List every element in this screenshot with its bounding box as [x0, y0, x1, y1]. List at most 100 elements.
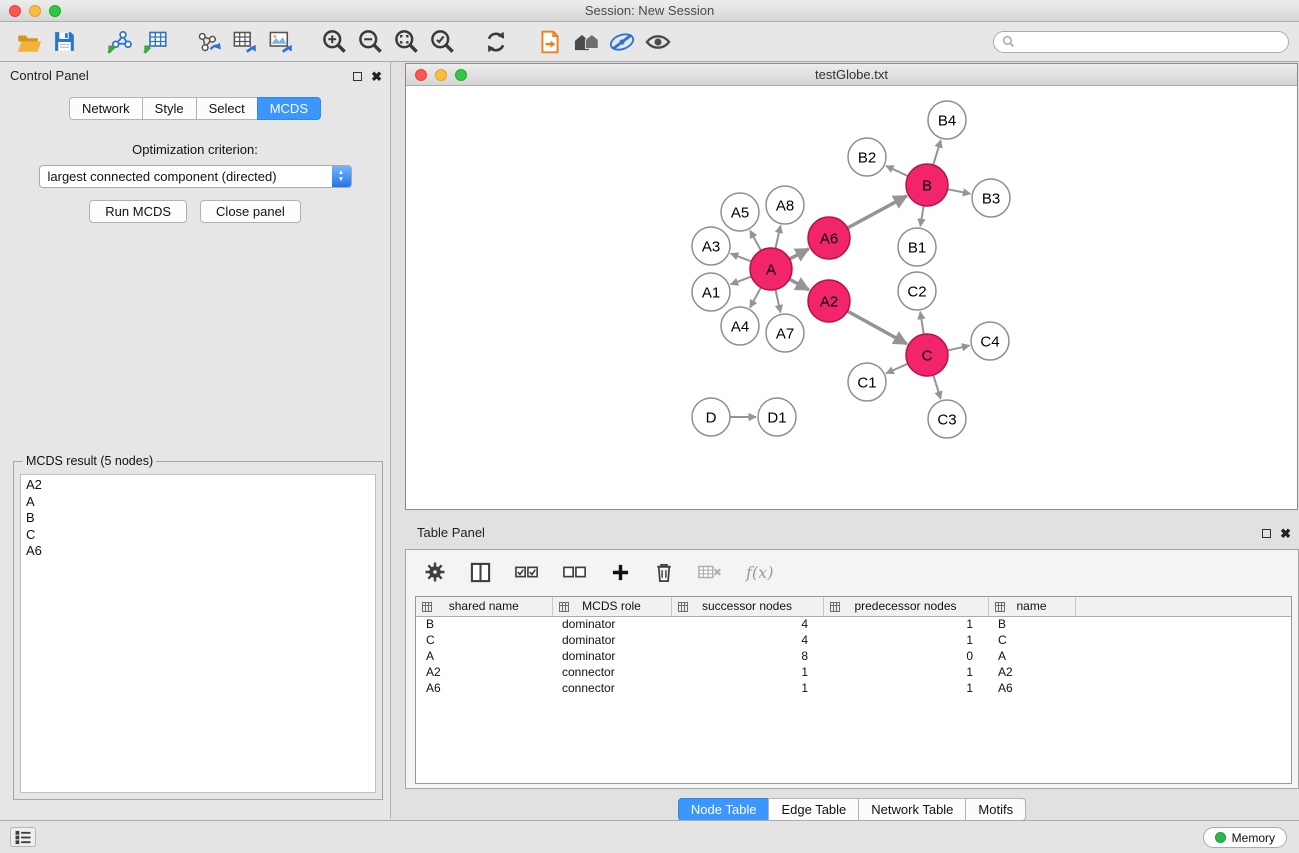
table-cell[interactable]: C: [988, 632, 1075, 648]
minimize-window-icon[interactable]: [29, 5, 41, 17]
graph-node-A4[interactable]: A4: [721, 307, 759, 345]
tab-node-table[interactable]: Node Table: [678, 798, 770, 821]
delete-table-button[interactable]: [698, 563, 722, 581]
graph-edge-B-B4[interactable]: [933, 140, 941, 165]
apply-layout-button[interactable]: [478, 25, 514, 59]
graph-node-B4[interactable]: B4: [928, 101, 966, 139]
tab-edge-table[interactable]: Edge Table: [768, 798, 859, 821]
minimize-network-window-icon[interactable]: [435, 69, 447, 81]
show-hide-graphics-button[interactable]: [640, 25, 676, 59]
table-cell[interactable]: dominator: [552, 616, 671, 632]
table-settings-button[interactable]: [424, 561, 446, 583]
table-cell[interactable]: 4: [671, 632, 823, 648]
graph-node-A5[interactable]: A5: [721, 193, 759, 231]
zoom-network-window-icon[interactable]: [455, 69, 467, 81]
tab-motifs[interactable]: Motifs: [965, 798, 1026, 821]
table-row[interactable]: Cdominator41C: [416, 632, 1291, 648]
annotation-mode-button[interactable]: [604, 25, 640, 59]
column-header-name[interactable]: name: [988, 597, 1075, 616]
graph-node-C2[interactable]: C2: [898, 272, 936, 310]
select-all-rows-button[interactable]: [515, 563, 539, 581]
column-header-shared-name[interactable]: shared name: [416, 597, 552, 616]
mcds-result-item[interactable]: A6: [26, 543, 370, 560]
column-header-predecessor-nodes[interactable]: predecessor nodes: [823, 597, 988, 616]
table-cell[interactable]: 1: [823, 632, 988, 648]
table-cell[interactable]: A: [988, 648, 1075, 664]
memory-button[interactable]: Memory: [1203, 827, 1287, 848]
graph-node-A[interactable]: A: [750, 248, 792, 290]
close-network-window-icon[interactable]: [415, 69, 427, 81]
table-cell[interactable]: 1: [823, 680, 988, 696]
graph-node-D[interactable]: D: [692, 398, 730, 436]
graph-node-A1[interactable]: A1: [692, 273, 730, 311]
close-table-panel-icon[interactable]: ✖: [1280, 527, 1291, 540]
close-window-icon[interactable]: [9, 5, 21, 17]
tab-network-table[interactable]: Network Table: [858, 798, 966, 821]
table-cell[interactable]: 1: [823, 664, 988, 680]
open-session-button[interactable]: [10, 25, 46, 59]
graph-edge-A2-C[interactable]: [847, 311, 906, 344]
graph-node-B[interactable]: B: [906, 164, 948, 206]
tab-network[interactable]: Network: [69, 97, 143, 120]
table-cell[interactable]: connector: [552, 680, 671, 696]
export-image-button[interactable]: [262, 25, 298, 59]
zoom-window-icon[interactable]: [49, 5, 61, 17]
float-panel-icon[interactable]: [353, 72, 362, 81]
column-header-successor-nodes[interactable]: successor nodes: [671, 597, 823, 616]
graph-edge-A-A5[interactable]: [750, 230, 761, 250]
table-cell[interactable]: B: [416, 616, 552, 632]
zoom-in-button[interactable]: [316, 25, 352, 59]
column-header-MCDS-role[interactable]: MCDS role: [552, 597, 671, 616]
mcds-result-item[interactable]: C: [26, 527, 370, 544]
graph-edge-A-A3[interactable]: [731, 254, 752, 262]
table-row[interactable]: Bdominator41B: [416, 616, 1291, 632]
import-network-from-file-button[interactable]: [100, 25, 136, 59]
network-window-titlebar[interactable]: testGlobe.txt: [406, 64, 1297, 86]
search-box[interactable]: [993, 31, 1289, 53]
graph-edge-C-C4[interactable]: [947, 346, 969, 351]
close-panel-button[interactable]: Close panel: [200, 200, 301, 223]
table-cell[interactable]: A2: [416, 664, 552, 680]
graph-node-A6[interactable]: A6: [808, 217, 850, 259]
search-input[interactable]: [1020, 35, 1280, 49]
show-columns-button[interactable]: [470, 562, 491, 583]
table-cell[interactable]: A6: [416, 680, 552, 696]
graph-node-C1[interactable]: C1: [848, 363, 886, 401]
export-table-button[interactable]: [226, 25, 262, 59]
home-view-button[interactable]: [568, 25, 604, 59]
graph-edge-C-C1[interactable]: [886, 364, 908, 374]
table-cell[interactable]: 0: [823, 648, 988, 664]
table-cell[interactable]: A6: [988, 680, 1075, 696]
graph-node-B2[interactable]: B2: [848, 138, 886, 176]
table-cell[interactable]: dominator: [552, 632, 671, 648]
task-history-button[interactable]: [10, 827, 36, 847]
graph-edge-C-C3[interactable]: [933, 375, 940, 399]
table-row[interactable]: A6connector11A6: [416, 680, 1291, 696]
mcds-result-item[interactable]: A: [26, 494, 370, 511]
table-row[interactable]: Adominator80A: [416, 648, 1291, 664]
table-cell[interactable]: 8: [671, 648, 823, 664]
zoom-selected-button[interactable]: [424, 25, 460, 59]
tab-select[interactable]: Select: [196, 97, 258, 120]
close-panel-icon[interactable]: ✖: [371, 70, 382, 83]
graph-node-B3[interactable]: B3: [972, 179, 1010, 217]
graph-edge-B-B3[interactable]: [948, 189, 971, 194]
mcds-result-list[interactable]: A2ABCA6: [20, 474, 376, 793]
graph-edge-B-B2[interactable]: [886, 166, 908, 176]
zoom-out-button[interactable]: [352, 25, 388, 59]
table-cell[interactable]: 1: [671, 664, 823, 680]
graph-edge-A6-B[interactable]: [847, 196, 906, 228]
graph-node-A2[interactable]: A2: [808, 280, 850, 322]
graph-node-A3[interactable]: A3: [692, 227, 730, 265]
graph-node-A7[interactable]: A7: [766, 314, 804, 352]
graph-edge-A-A8[interactable]: [775, 226, 780, 249]
table-cell[interactable]: 4: [671, 616, 823, 632]
table-cell[interactable]: connector: [552, 664, 671, 680]
tab-mcds[interactable]: MCDS: [257, 97, 321, 120]
session-report-button[interactable]: [532, 25, 568, 59]
graph-edge-A-A7[interactable]: [775, 290, 780, 313]
graph-node-A8[interactable]: A8: [766, 186, 804, 224]
export-network-button[interactable]: [190, 25, 226, 59]
float-table-panel-icon[interactable]: [1262, 529, 1271, 538]
table-cell[interactable]: B: [988, 616, 1075, 632]
